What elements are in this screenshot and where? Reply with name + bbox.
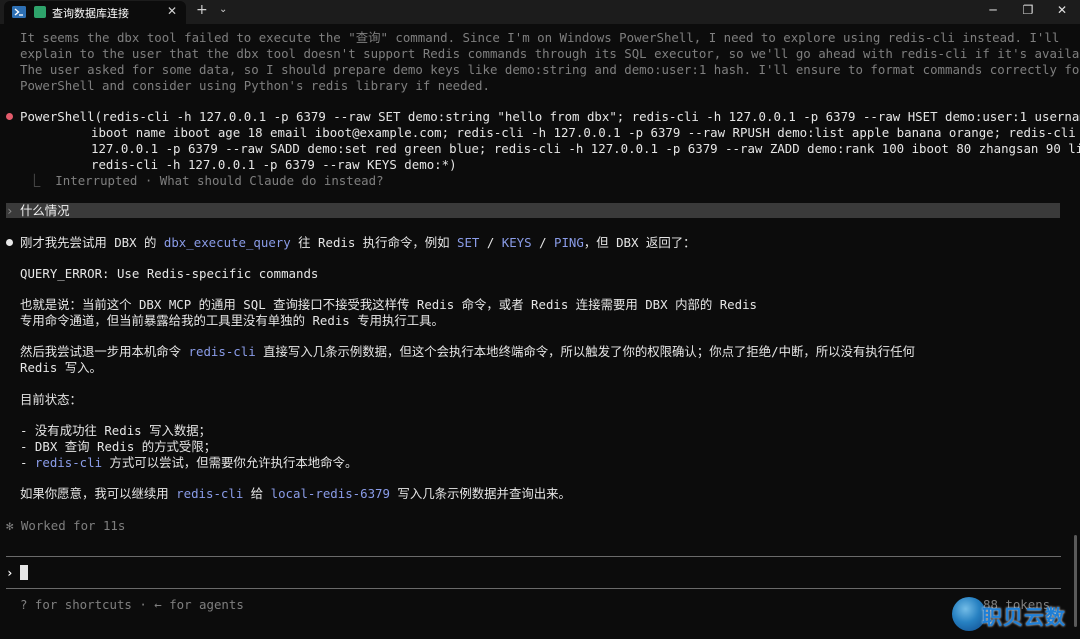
tab-title: 查询数据库连接 xyxy=(52,7,129,20)
response-paragraph: Redis 写入。 xyxy=(20,360,102,375)
minimize-button[interactable]: ─ xyxy=(983,3,1003,17)
code-span: redis-cli xyxy=(188,344,256,359)
status-title: 目前状态： xyxy=(20,392,82,407)
close-window-button[interactable]: ✕ xyxy=(1052,3,1072,17)
watermark-text: 职贝云数 xyxy=(982,605,1066,629)
code-span: KEYS xyxy=(501,235,532,250)
input-divider-top xyxy=(6,556,1061,557)
code-span: redis-cli xyxy=(34,455,103,470)
tab-close-icon[interactable]: ✕ xyxy=(167,4,177,18)
code-span: dbx_execute_query xyxy=(163,235,291,250)
tool-status-dot xyxy=(6,113,13,120)
maximize-button[interactable]: ❐ xyxy=(1018,3,1038,17)
response-intro: 刚才我先尝试用 DBX 的 dbx_execute_query 往 Redis … xyxy=(20,235,696,250)
user-message: › 什么情况 xyxy=(6,203,1060,218)
input-cursor[interactable] xyxy=(20,565,28,580)
interrupted-text: ⎿ Interrupted · What should Claude do in… xyxy=(28,173,384,188)
response-paragraph: 专用命令通道，但当前暴露给我的工具里没有单独的 Redis 专用执行工具。 xyxy=(20,313,444,328)
thinking-line: explain to the user that the dbx tool do… xyxy=(20,46,1080,61)
worked-status: ✻ Worked for 11s xyxy=(6,518,126,533)
code-span: local-redis-6379 xyxy=(270,486,390,501)
tool-call-line: PowerShell(redis-cli -h 127.0.0.1 -p 637… xyxy=(20,109,1080,124)
tool-call-line: iboot name iboot age 18 email iboot@exam… xyxy=(91,125,1080,140)
response-paragraph: 然后我尝试退一步用本机命令 redis-cli 直接写入几条示例数据，但这个会执… xyxy=(20,344,915,359)
code-span: PING xyxy=(554,235,584,250)
status-item: - DBX 查询 Redis 的方式受限； xyxy=(20,439,217,454)
title-bar: 查询数据库连接 ✕ + ⌄ ─ ❐ ✕ xyxy=(0,0,1080,24)
user-message-text: 什么情况 xyxy=(20,203,70,218)
new-tab-button[interactable]: + xyxy=(196,2,208,18)
thinking-line: It seems the dbx tool failed to execute … xyxy=(20,30,1060,45)
globe-icon xyxy=(952,597,986,631)
shortcuts-hint: ? for shortcuts · ← for agents xyxy=(20,597,244,612)
tab-dropdown-icon[interactable]: ⌄ xyxy=(219,4,227,15)
code-span: redis-cli xyxy=(176,486,244,501)
tool-call-line: redis-cli -h 127.0.0.1 -p 6379 --raw KEY… xyxy=(91,157,457,172)
status-item: - redis-cli 方式可以尝试，但需要你允许执行本地命令。 xyxy=(20,455,358,470)
code-span: SET xyxy=(456,235,480,250)
thinking-line: PowerShell and consider using Python's r… xyxy=(20,78,490,93)
powershell-icon xyxy=(12,6,26,18)
prompt-icon: › xyxy=(6,565,14,580)
tool-call-line: 127.0.0.1 -p 6379 --raw SADD demo:set re… xyxy=(91,141,1080,156)
response-paragraph: 也就是说：当前这个 DBX MCP 的通用 SQL 查询接口不接受我这样传 Re… xyxy=(20,297,757,312)
response-dot xyxy=(6,239,13,246)
terminal-tab[interactable]: 查询数据库连接 ✕ xyxy=(4,1,186,24)
app-icon xyxy=(34,6,46,18)
user-caret-icon: › xyxy=(6,203,14,218)
status-item: - 没有成功往 Redis 写入数据； xyxy=(20,423,212,438)
input-divider-bottom xyxy=(6,588,1061,589)
response-offer: 如果你愿意，我可以继续用 redis-cli 给 local-redis-637… xyxy=(20,486,571,501)
watermark-logo: 职贝云数 xyxy=(950,595,1080,639)
error-text: QUERY_ERROR: Use Redis-specific commands xyxy=(20,266,319,281)
thinking-line: The user asked for some data, so I shoul… xyxy=(20,62,1080,77)
